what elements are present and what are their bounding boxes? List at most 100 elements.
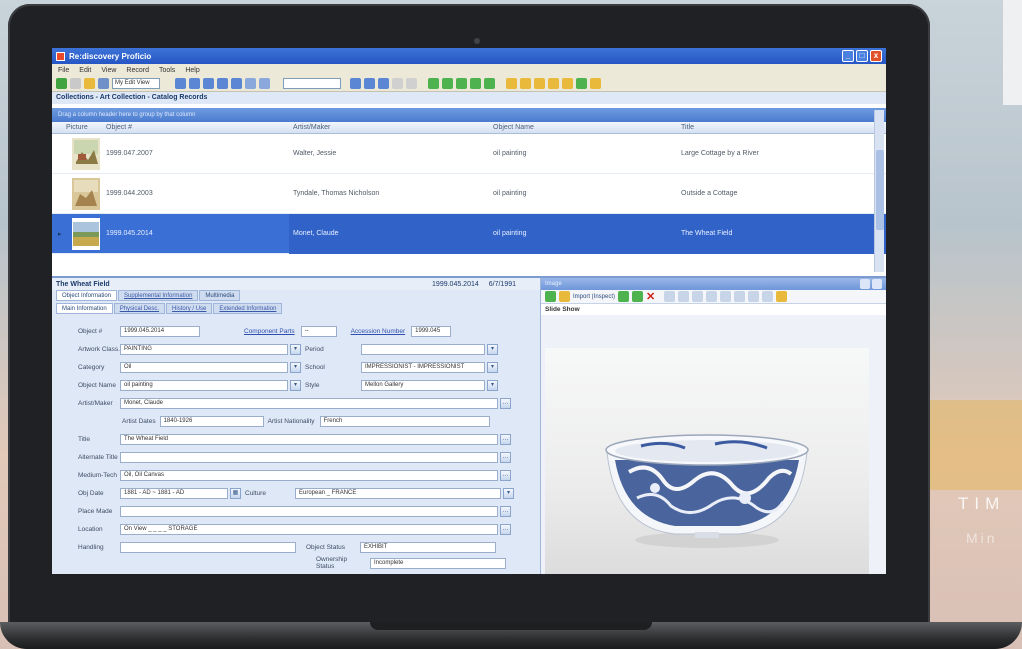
place-made-field[interactable] [120, 506, 498, 517]
lookup-button[interactable]: ▾ [487, 362, 498, 373]
lookup-button[interactable]: … [500, 524, 511, 535]
yellow-tool-3-icon[interactable] [534, 78, 545, 89]
green-tool-4-icon[interactable] [470, 78, 481, 89]
lookup-button[interactable]: ▾ [503, 488, 514, 499]
lightbulb-icon[interactable] [590, 78, 601, 89]
group-by-bar[interactable]: Drag a column header here to group by th… [52, 108, 886, 122]
zoom-out-icon[interactable] [706, 291, 718, 302]
column-header-artist[interactable]: Artist/Maker [289, 122, 489, 133]
edit-text-button[interactable]: … [500, 434, 511, 445]
component-parts-link[interactable]: Component Parts [244, 328, 295, 335]
menu-record[interactable]: Record [126, 67, 149, 74]
edit-text-button[interactable]: … [500, 452, 511, 463]
search-icon[interactable] [350, 78, 361, 89]
back-icon[interactable] [56, 78, 67, 89]
artist-field[interactable]: Monet, Claude [120, 398, 498, 409]
report-icon[interactable] [406, 78, 417, 89]
rotate-right-icon[interactable] [678, 291, 690, 302]
zoom-in-icon[interactable] [692, 291, 704, 302]
tab-main-information[interactable]: Main Information [56, 303, 113, 314]
tab-physical-desc[interactable]: Physical Desc. [113, 303, 166, 314]
artist-nationality-field[interactable]: French [319, 416, 490, 427]
tab-multimedia[interactable]: Multimedia [199, 290, 241, 301]
accession-number-field[interactable]: 1999.045 [411, 326, 452, 337]
record-last-icon[interactable] [217, 78, 228, 89]
title-field[interactable]: The Wheat Field [120, 434, 498, 445]
tab-object-information[interactable]: Object Information [56, 290, 118, 301]
menu-tools[interactable]: Tools [159, 67, 175, 74]
yellow-tool-2-icon[interactable] [520, 78, 531, 89]
maximize-button[interactable]: □ [856, 50, 868, 62]
lookup-button[interactable]: ▾ [487, 380, 498, 391]
quick-search-input[interactable] [283, 78, 341, 89]
green-tool-1-icon[interactable] [428, 78, 439, 89]
ownership-field[interactable]: Incomplete [370, 557, 506, 569]
close-button[interactable]: x [870, 50, 882, 62]
column-header-object[interactable]: Object # [106, 122, 289, 133]
green-tool-5-icon[interactable] [484, 78, 495, 89]
folder-icon[interactable] [559, 291, 570, 302]
artist-dates-field[interactable]: 1840-1926 [159, 416, 264, 427]
table-row-selected[interactable]: ▸ 1999.045.2014 Monet, Claude oil painti… [52, 213, 886, 254]
filter-icon[interactable] [364, 78, 375, 89]
object-date-field[interactable]: 1881 - AD ~ 1881 - AD [120, 488, 228, 499]
spell-check-icon[interactable] [576, 78, 587, 89]
minimize-button[interactable]: _ [842, 50, 854, 62]
column-header-title[interactable]: Title [677, 122, 694, 133]
yellow-tool-5-icon[interactable] [562, 78, 573, 89]
panel-pin-icon[interactable] [860, 279, 870, 289]
alternate-title-field[interactable] [120, 452, 498, 463]
menu-edit[interactable]: Edit [79, 67, 91, 74]
location-field[interactable]: On View _ _ _ _ STORAGE [120, 524, 498, 535]
sort-icon[interactable] [378, 78, 389, 89]
yellow-tool-4-icon[interactable] [548, 78, 559, 89]
component-field[interactable]: -- [300, 326, 337, 337]
grid-scrollbar[interactable] [874, 110, 884, 272]
tab-extended-information[interactable]: Extended Information [213, 303, 283, 314]
table-row[interactable]: 1999.044.2003 Tyndale, Thomas Nicholson … [52, 174, 886, 214]
table-row[interactable]: 1999.047.2007 Walter, Jessie oil paintin… [52, 134, 886, 174]
object-name-field[interactable]: oil painting [120, 380, 288, 391]
lookup-button[interactable]: … [500, 506, 511, 517]
calendar-icon[interactable]: ▦ [230, 488, 241, 499]
classification-field[interactable]: PAINTING [120, 344, 288, 355]
save-icon[interactable] [98, 78, 109, 89]
new-record-icon[interactable] [231, 78, 242, 89]
object-number-field[interactable]: 1999.045.2014 [120, 326, 200, 337]
column-header-object-name[interactable]: Object Name [489, 122, 677, 133]
green-tool-2-icon[interactable] [442, 78, 453, 89]
export-icon[interactable] [748, 291, 760, 302]
object-status-field[interactable]: EXHIBIT [360, 542, 496, 553]
lookup-button[interactable]: ▾ [290, 344, 301, 355]
delete-icon[interactable] [259, 78, 270, 89]
tab-supplemental-information[interactable]: Supplemental Information [118, 290, 199, 301]
menu-file[interactable]: File [58, 67, 69, 74]
menu-help[interactable]: Help [185, 67, 199, 74]
edit-pencil-icon[interactable] [776, 291, 788, 302]
print-icon[interactable] [734, 291, 746, 302]
column-header-picture[interactable]: Picture [52, 122, 106, 133]
style-field[interactable]: Mellon Gallery [361, 380, 485, 391]
accession-number-link[interactable]: Accession Number [351, 328, 406, 335]
record-first-icon[interactable] [175, 78, 186, 89]
forward-icon[interactable] [70, 78, 81, 89]
edit-text-button[interactable]: … [500, 470, 511, 481]
folder-icon[interactable] [84, 78, 95, 89]
lookup-button[interactable]: ▾ [290, 380, 301, 391]
import-button[interactable]: Import (Inspect) [573, 294, 615, 300]
view-select[interactable]: My Edit View [112, 78, 160, 89]
delete-media-icon[interactable]: ✕ [646, 290, 655, 303]
camera-icon[interactable] [618, 291, 630, 302]
yellow-tool-1-icon[interactable] [506, 78, 517, 89]
lookup-button[interactable]: … [500, 398, 511, 409]
add-media-icon[interactable] [545, 291, 556, 302]
green-tool-3-icon[interactable] [456, 78, 467, 89]
record-next-icon[interactable] [203, 78, 214, 89]
help-icon[interactable] [392, 78, 403, 89]
period-field[interactable] [361, 344, 485, 355]
panel-close-icon[interactable] [872, 279, 882, 289]
scrollbar-thumb[interactable] [876, 150, 884, 230]
handling-field[interactable] [120, 542, 296, 553]
tab-history-use[interactable]: History / Use [166, 303, 213, 314]
scan-icon[interactable] [632, 291, 644, 302]
